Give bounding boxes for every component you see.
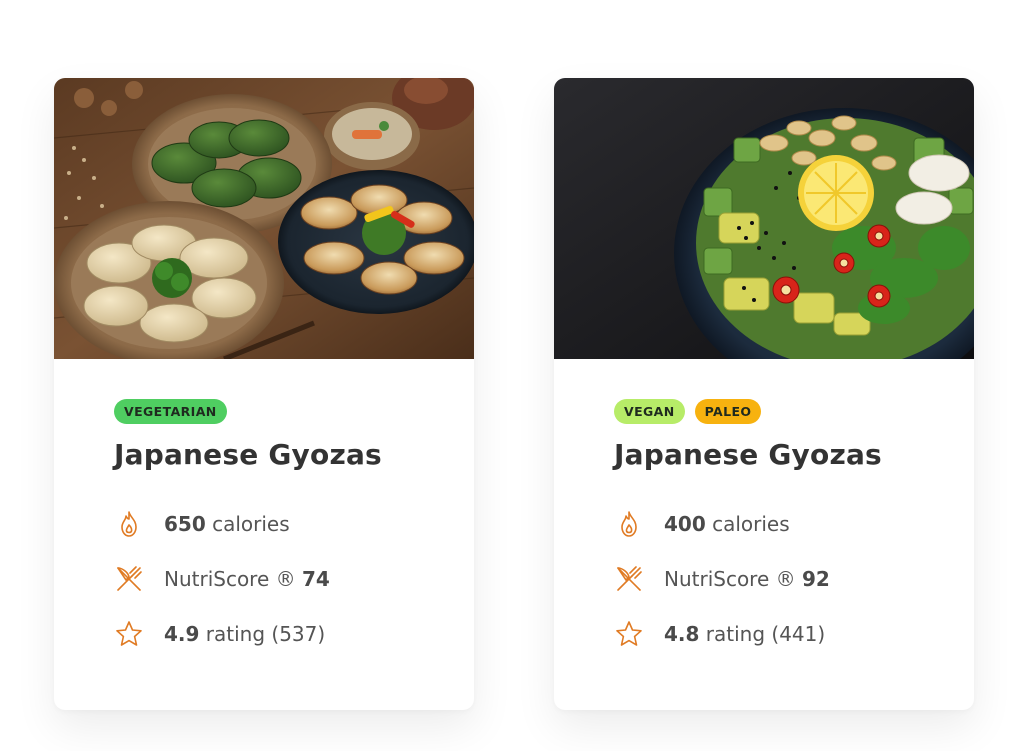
rating-stat[interactable]: 4.8 rating (441): [614, 619, 825, 649]
calories-text: 650 calories: [164, 512, 290, 536]
diet-tag[interactable]: VEGAN: [614, 399, 685, 424]
recipe-title[interactable]: Japanese Gyozas: [114, 438, 382, 471]
calories-stat: 650 calories: [114, 509, 290, 539]
fork-knife-icon: [617, 566, 642, 591]
diet-tags: VEGAN PALEO: [614, 399, 762, 424]
calories-text: 400 calories: [664, 512, 790, 536]
recipe-photo-gyozas[interactable]: [54, 78, 474, 359]
recipe-card[interactable]: VEGAN PALEO Japanese Gyozas 400 calories: [554, 78, 974, 710]
rating-text: 4.9 rating (537): [164, 622, 326, 646]
recipe-photo-salad-bowl[interactable]: [554, 78, 974, 359]
nutriscore-text: NutriScore ® 74: [164, 567, 330, 591]
recipe-card[interactable]: VEGETARIAN Japanese Gyozas 650 calories: [54, 78, 474, 710]
recipe-card-grid: VEGETARIAN Japanese Gyozas 650 calories: [0, 0, 1024, 751]
star-icon: [616, 621, 642, 646]
salad-bowl-photo-illustration: [554, 78, 974, 359]
nutriscore-stat: NutriScore ® 92: [614, 564, 830, 594]
rating-text: 4.8 rating (441): [664, 622, 826, 646]
diet-tag[interactable]: PALEO: [694, 399, 762, 424]
diet-tags: VEGETARIAN: [114, 399, 227, 424]
star-icon: [116, 621, 142, 646]
rating-stat[interactable]: 4.9 rating (537): [114, 619, 325, 649]
gyoza-photo-illustration: [54, 78, 474, 359]
flame-icon: [621, 511, 637, 537]
diet-tag[interactable]: VEGETARIAN: [114, 399, 227, 424]
recipe-title[interactable]: Japanese Gyozas: [614, 438, 882, 471]
flame-icon: [121, 511, 137, 537]
nutriscore-text: NutriScore ® 92: [664, 567, 830, 591]
calories-stat: 400 calories: [614, 509, 790, 539]
nutriscore-stat: NutriScore ® 74: [114, 564, 330, 594]
fork-knife-icon: [117, 566, 142, 591]
